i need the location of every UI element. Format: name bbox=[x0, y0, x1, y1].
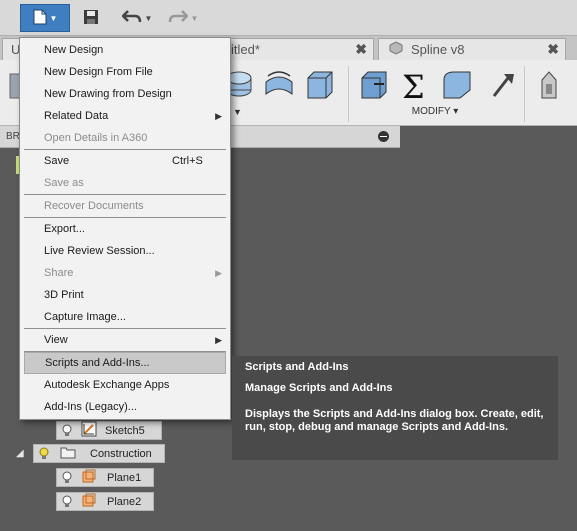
ribbon-separator bbox=[348, 66, 349, 122]
menu-item-recover-documents: Recover Documents bbox=[20, 195, 230, 217]
redo-icon bbox=[168, 9, 189, 27]
tooltip-title: Scripts and Add-Ins bbox=[245, 361, 349, 373]
tree-item-label: Construction bbox=[90, 447, 152, 460]
menu-item-label: Capture Image... bbox=[44, 311, 126, 323]
expand-triangle-icon[interactable]: ◢ bbox=[16, 448, 24, 459]
chevron-down-icon[interactable]: ▼ bbox=[233, 107, 242, 117]
close-icon[interactable]: ✖ bbox=[355, 41, 367, 58]
close-icon[interactable]: ✖ bbox=[547, 41, 559, 58]
menu-item-label: Save bbox=[44, 155, 70, 167]
file-menu-button[interactable]: ▼ bbox=[20, 4, 70, 32]
plane-icon bbox=[81, 468, 97, 487]
move-icon[interactable] bbox=[486, 68, 520, 102]
chevron-down-icon: ▼ bbox=[190, 13, 199, 23]
chevron-down-icon: ▼ bbox=[144, 13, 153, 23]
tree-item-label: Sketch5 bbox=[105, 424, 145, 437]
modify-dropdown[interactable]: MODIFY ▾ bbox=[395, 106, 475, 117]
box-icon[interactable] bbox=[302, 68, 336, 102]
menu-item-export[interactable]: Export... bbox=[20, 218, 230, 240]
tree-item-label: Plane1 bbox=[107, 471, 142, 484]
menu-item-shortcut: Ctrl+S bbox=[172, 155, 203, 167]
ribbon-separator bbox=[524, 66, 525, 122]
undo-icon bbox=[120, 9, 142, 27]
undo-button[interactable]: ▼ bbox=[118, 4, 156, 32]
menu-item-label: New Design From File bbox=[44, 66, 153, 78]
save-icon bbox=[83, 9, 99, 28]
menu-item-label: View bbox=[44, 334, 68, 346]
lightbulb-icon[interactable] bbox=[61, 424, 73, 438]
minus-icon bbox=[380, 136, 387, 137]
submenu-arrow-icon: ▶ bbox=[215, 110, 222, 121]
redo-button[interactable]: ▼ bbox=[164, 4, 202, 32]
menu-item-capture-image[interactable]: Capture Image... bbox=[20, 306, 230, 328]
tab-label: itled* bbox=[231, 42, 260, 57]
menu-item-save[interactable]: Save Ctrl+S bbox=[20, 150, 230, 172]
folder-icon bbox=[60, 446, 76, 462]
file-icon bbox=[33, 9, 47, 28]
sigma-icon[interactable]: Σ bbox=[398, 68, 432, 106]
menu-item-new-design-from-file[interactable]: New Design From File bbox=[20, 61, 230, 83]
sweep-icon[interactable] bbox=[262, 68, 296, 102]
menu-item-label: Open Details in A360 bbox=[44, 132, 148, 144]
sketch-icon bbox=[81, 421, 97, 440]
tree-item-sketch5[interactable]: Sketch5 bbox=[56, 421, 162, 440]
tree-item-construction[interactable]: Construction bbox=[33, 444, 165, 463]
menu-item-scripts-and-add-ins[interactable]: Scripts and Add-Ins... bbox=[24, 352, 226, 374]
tab-untitled[interactable]: itled* ✖ bbox=[210, 38, 374, 60]
chevron-down-icon: ▼ bbox=[49, 13, 58, 23]
svg-text:Σ: Σ bbox=[402, 68, 425, 102]
menu-item-autodesk-exchange-apps[interactable]: Autodesk Exchange Apps bbox=[20, 374, 230, 396]
menu-item-save-as: Save as bbox=[20, 172, 230, 194]
menu-item-label: Scripts and Add-Ins... bbox=[45, 357, 150, 369]
tooltip-subtitle: Manage Scripts and Add-Ins bbox=[245, 382, 393, 394]
menu-item-view[interactable]: View ▶ bbox=[20, 329, 230, 351]
menu-item-label: 3D Print bbox=[44, 289, 84, 301]
component-icon bbox=[389, 41, 403, 58]
tree-item-plane2[interactable]: Plane2 bbox=[56, 492, 154, 511]
tooltip-description: Displays the Scripts and Add-Ins dialog … bbox=[245, 408, 544, 433]
menu-item-label: Recover Documents bbox=[44, 200, 144, 212]
menu-item-share: Share ▶ bbox=[20, 262, 230, 284]
menu-item-label: Autodesk Exchange Apps bbox=[44, 379, 170, 391]
menu-item-label: Related Data bbox=[44, 110, 109, 122]
joint-icon[interactable] bbox=[532, 68, 566, 102]
press-pull-icon[interactable] bbox=[356, 68, 390, 102]
menu-item-label: Live Review Session... bbox=[44, 245, 155, 257]
menu-item-3d-print[interactable]: 3D Print bbox=[20, 284, 230, 306]
tree-item-label: Plane2 bbox=[107, 495, 142, 508]
submenu-arrow-icon: ▶ bbox=[215, 334, 222, 345]
plane-icon bbox=[81, 492, 97, 511]
menu-item-related-data[interactable]: Related Data ▶ bbox=[20, 105, 230, 127]
quick-access-toolbar: ▼ ▼ ▼ bbox=[0, 0, 577, 36]
menu-item-new-design[interactable]: New Design bbox=[20, 39, 230, 61]
menu-item-label: New Design bbox=[44, 44, 104, 56]
tooltip: Scripts and Add-Ins Manage Scripts and A… bbox=[232, 356, 558, 460]
browser-title: BR bbox=[6, 131, 20, 142]
menu-item-add-ins-legacy[interactable]: Add-Ins (Legacy)... bbox=[20, 396, 230, 418]
menu-item-open-details: Open Details in A360 bbox=[20, 127, 230, 149]
lightbulb-icon[interactable] bbox=[61, 471, 73, 485]
lightbulb-icon[interactable] bbox=[61, 495, 73, 509]
menu-item-label: Add-Ins (Legacy)... bbox=[44, 401, 137, 413]
tree-item-plane1[interactable]: Plane1 bbox=[56, 468, 154, 487]
tab-label: Spline v8 bbox=[411, 42, 465, 57]
submenu-arrow-icon: ▶ bbox=[215, 267, 222, 278]
menu-item-label: New Drawing from Design bbox=[44, 88, 172, 100]
menu-item-label: Share bbox=[44, 267, 74, 279]
menu-item-new-drawing-from-design[interactable]: New Drawing from Design bbox=[20, 83, 230, 105]
file-menu: New Design New Design From File New Draw… bbox=[19, 37, 231, 420]
lightbulb-icon[interactable] bbox=[38, 447, 50, 461]
menu-item-label: Save as bbox=[44, 177, 84, 189]
save-button[interactable] bbox=[78, 4, 104, 32]
tab-spline-v8[interactable]: Spline v8 ✖ bbox=[378, 38, 566, 60]
menu-item-live-review[interactable]: Live Review Session... bbox=[20, 240, 230, 262]
fillet-icon[interactable] bbox=[440, 68, 474, 102]
menu-item-label: Export... bbox=[44, 223, 85, 235]
